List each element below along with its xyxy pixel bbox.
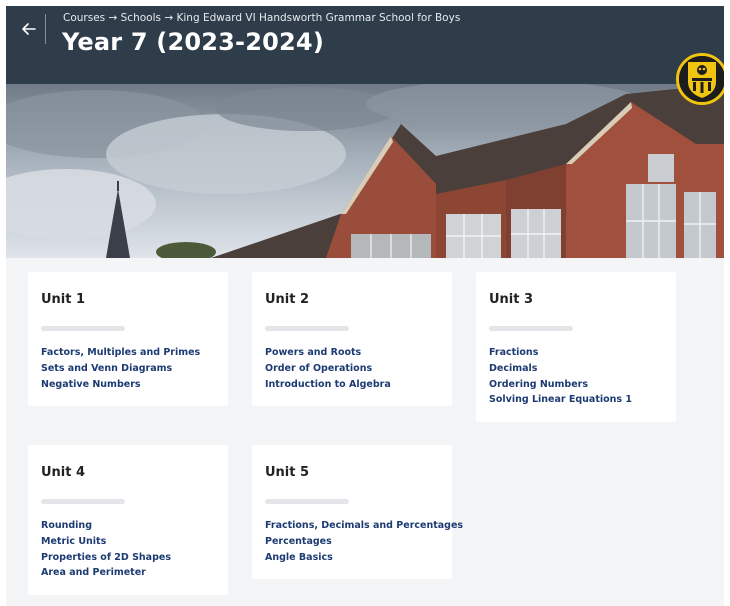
topic-link[interactable]: Solving Linear Equations 1 xyxy=(489,392,632,408)
breadcrumb-courses[interactable]: Courses xyxy=(63,12,105,24)
arrow-left-icon xyxy=(18,18,40,40)
breadcrumb-schools[interactable]: Schools xyxy=(121,12,161,24)
unit-card-2: Unit 2 Powers and Roots Order of Operati… xyxy=(252,272,452,406)
topic-link[interactable]: Ordering Numbers xyxy=(489,377,632,393)
header-bar: Courses → Schools → King Edward VI Hands… xyxy=(6,6,724,84)
topic-link[interactable]: Fractions xyxy=(489,345,632,361)
topic-link[interactable]: Powers and Roots xyxy=(265,345,391,361)
page-title: Year 7 (2023-2024) xyxy=(62,28,324,56)
topic-list: Fractions Decimals Ordering Numbers Solv… xyxy=(489,345,632,408)
unit-title: Unit 5 xyxy=(265,465,310,480)
topic-link[interactable]: Metric Units xyxy=(41,534,171,550)
unit-card-4: Unit 4 Rounding Metric Units Properties … xyxy=(28,445,228,595)
back-button[interactable] xyxy=(18,18,40,40)
unit-title: Unit 4 xyxy=(41,465,86,480)
topic-list: Rounding Metric Units Properties of 2D S… xyxy=(41,518,171,581)
breadcrumb-separator: → xyxy=(108,12,118,24)
breadcrumb-separator: → xyxy=(164,12,174,24)
header-divider xyxy=(45,14,46,44)
unit-card-5: Unit 5 Fractions, Decimals and Percentag… xyxy=(252,445,463,579)
topic-link[interactable]: Angle Basics xyxy=(265,550,463,566)
topic-link[interactable]: Sets and Venn Diagrams xyxy=(41,361,200,377)
topic-link[interactable]: Rounding xyxy=(41,518,171,534)
unit-title: Unit 2 xyxy=(265,292,310,307)
topic-link[interactable]: Introduction to Algebra xyxy=(265,377,391,393)
topic-link[interactable]: Fractions, Decimals and Percentages xyxy=(265,518,463,534)
progress-bar xyxy=(489,326,573,331)
unit-title: Unit 1 xyxy=(41,292,86,307)
unit-card-3: Unit 3 Fractions Decimals Ordering Numbe… xyxy=(476,272,676,422)
topic-link[interactable]: Area and Perimeter xyxy=(41,565,171,581)
breadcrumb: Courses → Schools → King Edward VI Hands… xyxy=(63,12,460,24)
topic-link[interactable]: Factors, Multiples and Primes xyxy=(41,345,200,361)
school-banner-image xyxy=(6,84,724,258)
topic-list: Fractions, Decimals and Percentages Perc… xyxy=(265,518,463,565)
topic-link[interactable]: Negative Numbers xyxy=(41,377,200,393)
progress-bar xyxy=(41,499,125,504)
topic-link[interactable]: Order of Operations xyxy=(265,361,391,377)
progress-bar xyxy=(41,326,125,331)
breadcrumb-school[interactable]: King Edward VI Handsworth Grammar School… xyxy=(176,12,460,24)
unit-card-1: Unit 1 Factors, Multiples and Primes Set… xyxy=(28,272,228,406)
topic-link[interactable]: Decimals xyxy=(489,361,632,377)
topic-link[interactable]: Percentages xyxy=(265,534,463,550)
topic-list: Powers and Roots Order of Operations Int… xyxy=(265,345,391,392)
progress-bar xyxy=(265,499,349,504)
page: Courses → Schools → King Edward VI Hands… xyxy=(6,6,724,606)
topic-link[interactable]: Properties of 2D Shapes xyxy=(41,550,171,566)
school-crest-logo xyxy=(676,53,724,105)
progress-bar xyxy=(265,326,349,331)
topic-list: Factors, Multiples and Primes Sets and V… xyxy=(41,345,200,392)
unit-title: Unit 3 xyxy=(489,292,534,307)
